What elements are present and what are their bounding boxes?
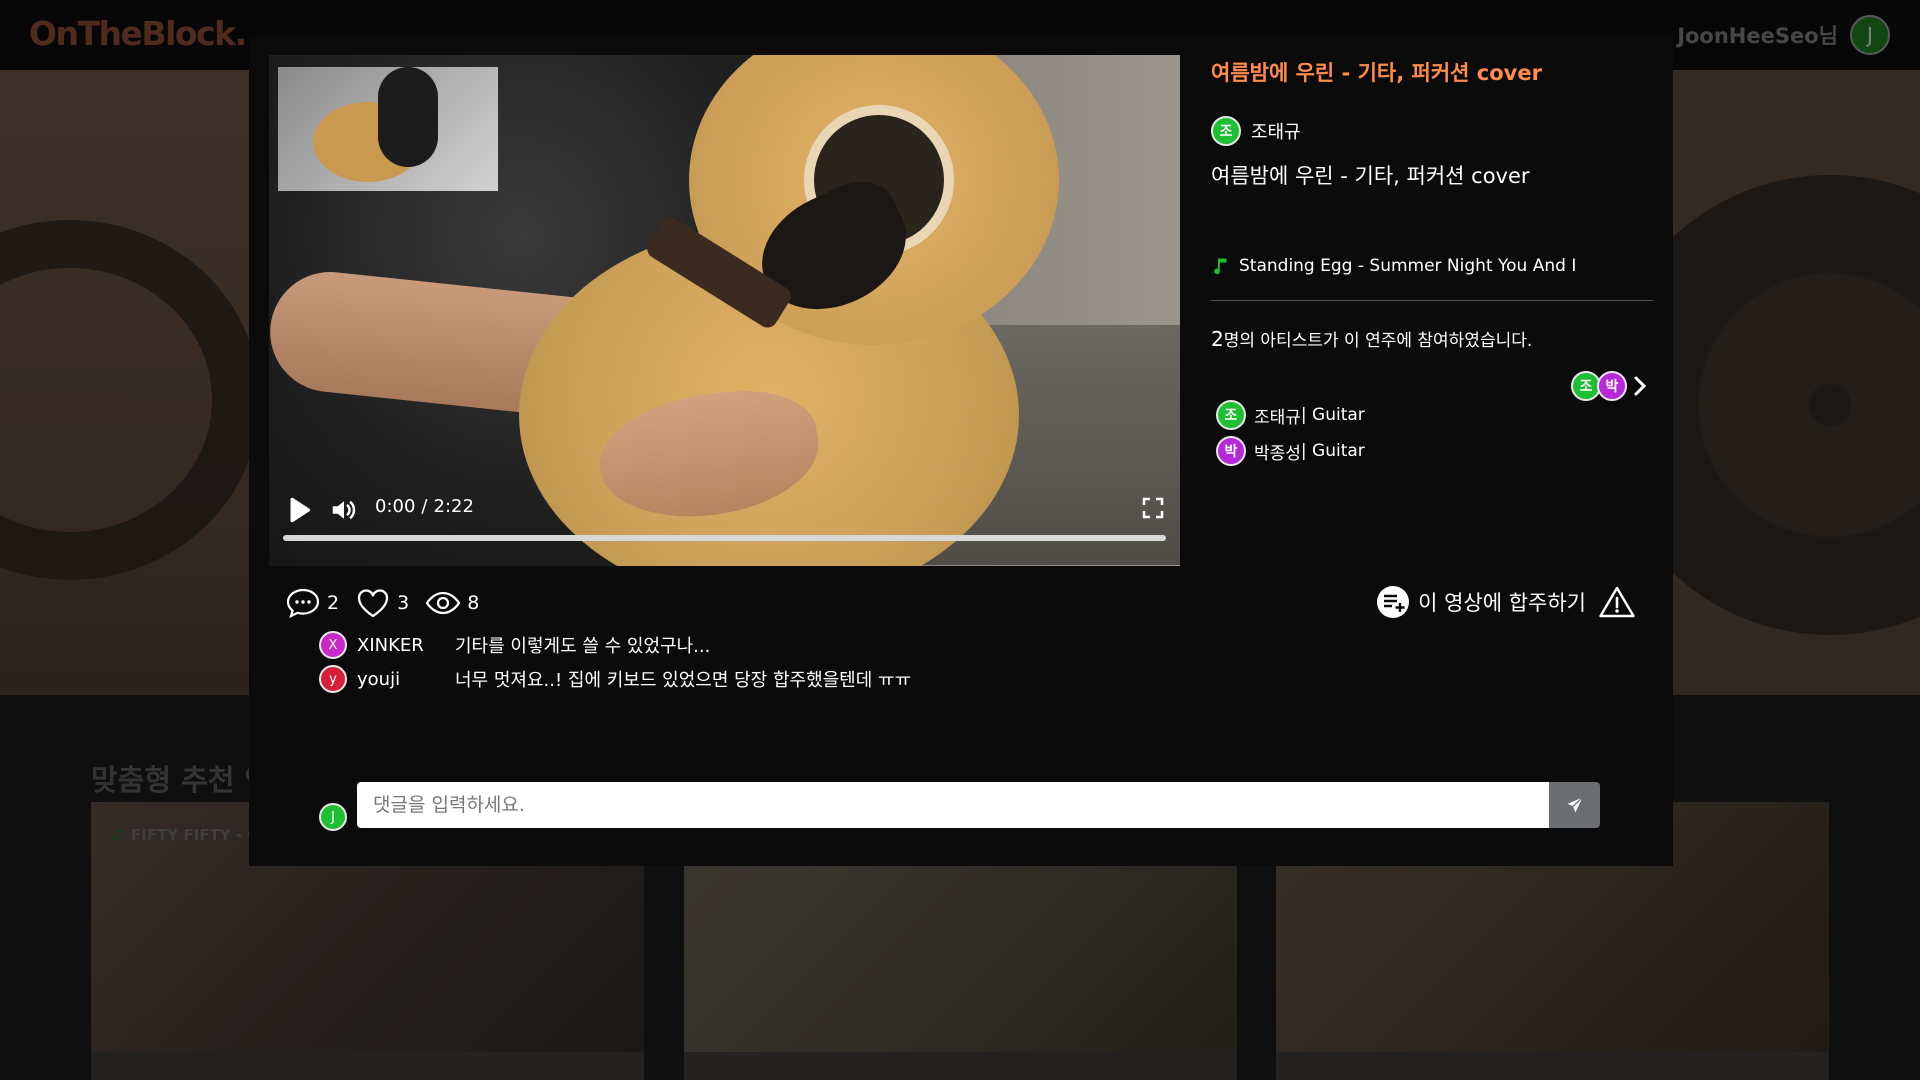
artist-avatar-stack[interactable]: 조 박 xyxy=(1571,371,1649,401)
artist-list: 조 조태규 | Guitar 박 박종성 | Guitar xyxy=(1216,400,1365,466)
avatar[interactable]: 박 xyxy=(1597,371,1627,401)
comment-list: X XINKER 기타를 이렇게도 쓸 수 있었구나... y youji 너무… xyxy=(319,631,911,693)
artist-name: 박종성 xyxy=(1254,443,1301,464)
comment-stat[interactable]: 2 xyxy=(285,587,339,619)
comment-item: X XINKER 기타를 이렇게도 쓸 수 있었구나... xyxy=(319,631,911,659)
uploader[interactable]: 조 조태규 xyxy=(1211,116,1301,146)
artist-part: | Guitar xyxy=(1300,405,1365,425)
heart-icon[interactable] xyxy=(355,587,391,619)
collab-button[interactable]: 이 영상에 합주하기 xyxy=(1376,585,1586,619)
video-time: 0:00 / 2:22 xyxy=(375,496,474,517)
playlist-add-icon xyxy=(1377,586,1410,618)
artist-item[interactable]: 조 조태규 | Guitar xyxy=(1216,400,1365,430)
like-stat[interactable]: 3 xyxy=(355,587,409,619)
avatar[interactable]: 조 xyxy=(1216,400,1246,430)
comment-input[interactable] xyxy=(357,782,1549,828)
uploader-name: 조태규 xyxy=(1251,122,1301,143)
comment-icon[interactable] xyxy=(285,587,321,619)
view-stat: 8 xyxy=(425,589,479,617)
artist-item[interactable]: 박 박종성 | Guitar xyxy=(1216,436,1365,466)
artist-count: 2명의 아티스트가 이 연주에 참여하였습니다. xyxy=(1211,326,1532,351)
artist-part: | Guitar xyxy=(1300,441,1365,461)
eye-icon xyxy=(425,591,461,615)
commenter-name[interactable]: youji xyxy=(357,669,455,690)
collab-actions: 이 영상에 합주하기 xyxy=(1376,585,1636,619)
video-player[interactable]: 0:00 / 2:22 xyxy=(269,55,1180,566)
send-icon xyxy=(1567,797,1583,813)
song-info: Standing Egg - Summer Night You And I xyxy=(1213,256,1576,276)
comment-form: J xyxy=(319,779,1600,831)
commenter-name[interactable]: XINKER xyxy=(357,635,455,656)
comment-item: y youji 너무 멋져요..! 집에 키보드 있었으면 당장 합주했을텐데 … xyxy=(319,665,911,693)
chevron-right-icon[interactable] xyxy=(1631,375,1649,397)
send-button[interactable] xyxy=(1549,782,1600,828)
video-thumbnail-pip[interactable] xyxy=(278,67,498,191)
video-stats: 2 3 8 xyxy=(285,587,485,619)
commenter-avatar[interactable]: X xyxy=(319,631,347,659)
comment-text: 너무 멋져요..! 집에 키보드 있었으면 당장 합주했을텐데 ㅠㅠ xyxy=(455,670,912,691)
comment-count: 2 xyxy=(327,592,340,614)
divider xyxy=(1211,300,1653,301)
pip-person xyxy=(378,67,438,167)
music-note-icon xyxy=(1214,258,1227,275)
artist-count-text: 명의 아티스트가 이 연주에 참여하였습니다. xyxy=(1223,331,1533,351)
video-controls: 0:00 / 2:22 xyxy=(269,485,1180,566)
my-avatar: J xyxy=(319,803,347,831)
comment-input-group xyxy=(357,782,1600,828)
video-description: 여름밤에 우린 - 기타, 퍼커션 cover xyxy=(1211,164,1530,188)
video-modal: 0:00 / 2:22 여름밤에 우린 - 기타, 퍼커션 cover 조 조태… xyxy=(249,36,1673,866)
report-warning-icon[interactable] xyxy=(1598,585,1636,619)
time-separator: / xyxy=(421,496,428,517)
video-progress-bar[interactable] xyxy=(283,535,1166,541)
uploader-avatar[interactable]: 조 xyxy=(1211,116,1241,146)
time-current: 0:00 xyxy=(375,496,416,517)
artist-count-number: 2 xyxy=(1211,327,1224,351)
artist-name: 조태규 xyxy=(1254,407,1301,428)
like-count: 3 xyxy=(397,592,410,614)
commenter-avatar[interactable]: y xyxy=(319,665,347,693)
avatar[interactable]: 박 xyxy=(1216,436,1246,466)
play-icon[interactable] xyxy=(283,495,313,525)
page: OnTheBlock. JoonHeeSeo님 J 맞춤형 추천 연 FIFTY… xyxy=(0,0,1920,1080)
view-count: 8 xyxy=(467,592,480,614)
comment-text: 기타를 이렇게도 쓸 수 있었구나... xyxy=(455,636,711,657)
time-total: 2:22 xyxy=(433,496,474,517)
fullscreen-icon[interactable] xyxy=(1141,496,1165,520)
volume-icon[interactable] xyxy=(329,495,359,525)
video-title: 여름밤에 우린 - 기타, 퍼커션 cover xyxy=(1211,61,1542,85)
